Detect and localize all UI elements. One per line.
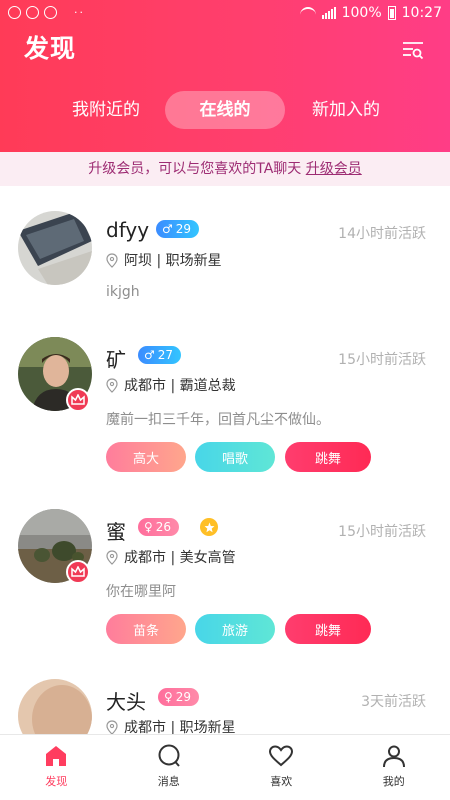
page-title: 发现	[24, 34, 77, 63]
nav-me[interactable]: 我的	[338, 735, 450, 800]
male-icon: ♂	[162, 222, 173, 236]
male-icon: ♂	[144, 348, 155, 362]
interest-tag[interactable]: 跳舞	[285, 614, 371, 644]
bottom-navigation: 发现 消息 喜欢 我的	[0, 734, 450, 800]
vip-crown-icon	[66, 388, 90, 412]
clock: 10:27	[401, 5, 442, 21]
status-bar: ·· 100% 10:27	[0, 0, 450, 28]
nav-discover[interactable]: 发现	[0, 735, 113, 800]
location: 阿坝 | 职场新星	[106, 250, 222, 270]
profile-icon	[382, 745, 405, 768]
banner-text: 升级会员，可以与您喜欢的TA聊天	[88, 161, 306, 177]
location-pin-icon	[106, 549, 118, 565]
active-time: 3天前活跃	[361, 694, 426, 710]
interest-tag[interactable]: 跳舞	[285, 442, 371, 472]
header: ·· 100% 10:27 发现 我附近的 在线的 新加入的	[0, 0, 450, 152]
user-card[interactable]: 蜜 ♀ 26 15小时前活跃 成都市 | 美女高管 你在哪里阿 苗条 旅游 跳舞	[0, 504, 450, 654]
active-time: 15小时前活跃	[338, 524, 426, 540]
gender-age-badge: ♀ 29	[158, 688, 200, 706]
nav-messages[interactable]: 消息	[113, 735, 226, 800]
user-card[interactable]: 大头 ♀ 29 3天前活跃 成都市 | 职场新星	[0, 674, 450, 734]
user-name: dfyy	[106, 218, 150, 242]
interest-tag[interactable]: 苗条	[106, 614, 186, 644]
more-notifications-indicator: ··	[74, 6, 85, 19]
user-card[interactable]: dfyy ♂ 29 14小时前活跃 阿坝 | 职场新星 ikjgh	[0, 206, 450, 316]
active-time: 15小时前活跃	[338, 352, 426, 368]
location: 成都市 | 霸道总裁	[106, 375, 236, 395]
location: 成都市 | 美女高管	[106, 547, 236, 567]
active-time: 14小时前活跃	[338, 226, 426, 242]
location-pin-icon	[106, 252, 118, 268]
system-status: 100% 10:27	[299, 5, 442, 21]
interest-tag[interactable]: 旅游	[195, 614, 275, 644]
upgrade-vip-link[interactable]: 升级会员	[306, 161, 362, 177]
wifi-icon	[299, 7, 316, 19]
vip-upgrade-banner: 升级会员，可以与您喜欢的TA聊天 升级会员	[0, 152, 450, 186]
tab-new-joined[interactable]: 新加入的	[300, 91, 392, 129]
notification-icons: ··	[8, 6, 85, 19]
user-card[interactable]: 矿 ♂ 27 15小时前活跃 成都市 | 霸道总裁 魔前一扣三千年，回首凡尘不做仙…	[0, 332, 450, 482]
discover-tabs: 我附近的 在线的 新加入的	[0, 91, 450, 131]
notification-icon	[26, 6, 39, 19]
notification-icon	[44, 6, 57, 19]
signature: 你在哪里阿	[106, 584, 176, 600]
tab-nearby[interactable]: 我附近的	[60, 91, 152, 129]
signature: 魔前一扣三千年，回首凡尘不做仙。	[106, 412, 330, 428]
vip-crown-icon	[66, 560, 90, 584]
location-pin-icon	[106, 719, 118, 734]
location-pin-icon	[106, 377, 118, 393]
battery-icon	[387, 6, 396, 20]
message-icon	[158, 744, 180, 767]
filter-search-icon[interactable]	[402, 40, 424, 60]
avatar[interactable]	[18, 211, 92, 285]
location: 成都市 | 职场新星	[106, 717, 236, 734]
user-name: 矿	[106, 348, 126, 372]
interest-tag[interactable]: 唱歌	[195, 442, 275, 472]
female-icon: ♀	[164, 690, 173, 704]
user-name: 大头	[106, 690, 146, 714]
nav-likes[interactable]: 喜欢	[225, 735, 338, 800]
gender-age-badge: ♂ 29	[156, 220, 200, 238]
user-feed[interactable]: dfyy ♂29 14小时前活跃 阿坝 | 职场新星 ikjgh 矿 ♂27	[0, 186, 450, 734]
female-icon: ♀	[144, 520, 153, 534]
gender-age-badge: ♂ 27	[138, 346, 182, 364]
star-icon	[200, 518, 218, 536]
avatar[interactable]	[18, 679, 92, 734]
notification-icon	[8, 6, 21, 19]
interest-tag[interactable]: 高大	[106, 442, 186, 472]
signature: ikjgh	[106, 284, 140, 300]
user-name: 蜜	[106, 520, 126, 544]
signal-icon	[321, 7, 336, 19]
heart-icon	[269, 745, 294, 767]
tab-online[interactable]: 在线的	[165, 91, 285, 129]
home-icon	[46, 746, 67, 766]
battery-percent: 100%	[341, 5, 382, 21]
gender-age-badge: ♀ 26	[138, 518, 180, 536]
